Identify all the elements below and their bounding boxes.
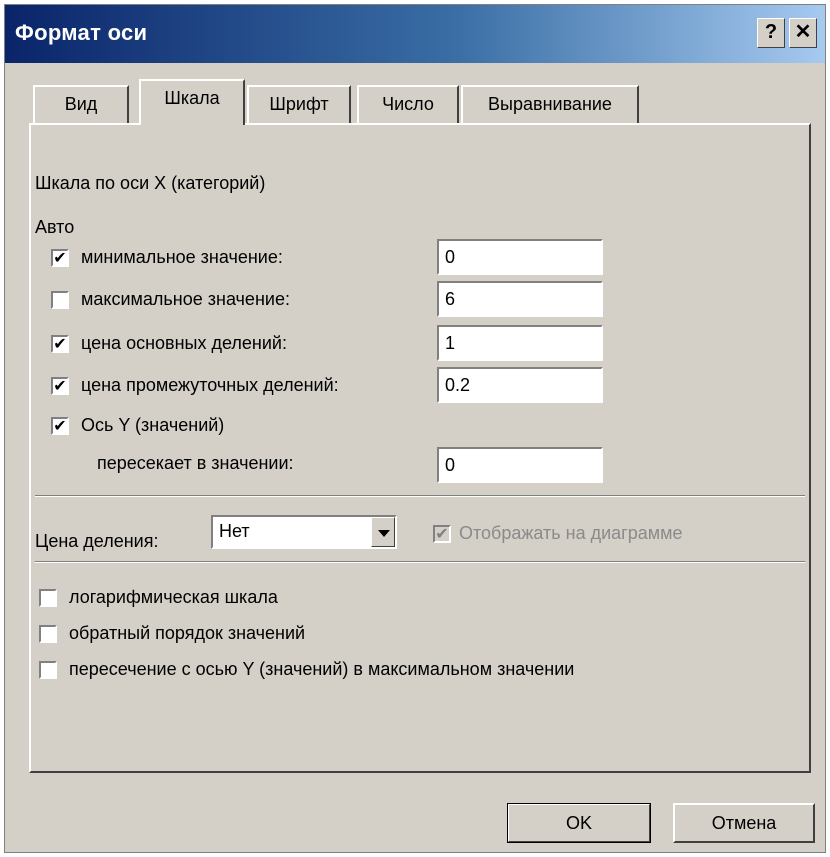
tab-alignment[interactable]: Выравнивание xyxy=(461,85,639,123)
reverse-order-label: обратный порядок значений xyxy=(69,623,306,643)
crosses-at-input[interactable]: 0 xyxy=(437,447,603,483)
division-label: Цена деления: xyxy=(35,531,159,551)
tab-scale[interactable]: Шкала xyxy=(139,79,245,125)
ok-button[interactable]: OK xyxy=(507,803,651,843)
tab-font[interactable]: Шрифт xyxy=(247,85,351,123)
show-on-chart-checkbox[interactable]: ✔ xyxy=(433,525,451,543)
max-value-checkbox[interactable] xyxy=(51,291,69,309)
format-axis-dialog: Формат оси ? ✕ Вид Шкала Шрифт Число Выр… xyxy=(4,4,826,853)
major-unit-input[interactable]: 1 xyxy=(437,325,603,361)
auto-label: Авто xyxy=(35,217,75,237)
max-value-input[interactable]: 6 xyxy=(437,281,603,317)
dialog-title: Формат оси xyxy=(15,20,148,45)
min-value-checkbox[interactable]: ✔ xyxy=(51,249,69,267)
tab-strip: Вид Шкала Шрифт Число Выравнивание xyxy=(5,63,825,125)
major-unit-label: цена основных делений: xyxy=(81,333,287,353)
log-scale-checkbox[interactable] xyxy=(39,589,57,607)
crosses-at-label: пересекает в значении: xyxy=(97,453,294,473)
minor-unit-label: цена промежуточных делений: xyxy=(81,375,339,395)
y-axis-label: Ось Y (значений) xyxy=(81,415,225,435)
tab-vid[interactable]: Вид xyxy=(33,85,129,123)
help-button[interactable]: ? xyxy=(757,18,785,48)
major-unit-checkbox[interactable]: ✔ xyxy=(51,335,69,353)
min-value-input[interactable]: 0 xyxy=(437,239,603,275)
y-axis-checkbox[interactable]: ✔ xyxy=(51,417,69,435)
division-select-value: Нет xyxy=(219,521,250,541)
log-scale-label: логарифмическая шкала xyxy=(69,587,278,607)
division-select[interactable]: Нет xyxy=(211,515,397,549)
cancel-button[interactable]: Отмена xyxy=(673,803,815,843)
show-on-chart-label: Отображать на диаграмме xyxy=(459,523,683,543)
minor-unit-input[interactable]: 0.2 xyxy=(437,367,603,403)
dropdown-arrow-icon[interactable] xyxy=(371,517,395,547)
max-value-label: максимальное значение: xyxy=(81,289,290,309)
reverse-order-checkbox[interactable] xyxy=(39,625,57,643)
separator-bottom xyxy=(35,561,805,563)
title-bar[interactable]: Формат оси ? ✕ xyxy=(5,5,825,63)
minor-unit-checkbox[interactable]: ✔ xyxy=(51,377,69,395)
cross-at-max-label: пересечение с осью Y (значений) в максим… xyxy=(69,659,575,679)
tab-number[interactable]: Число xyxy=(357,85,459,123)
separator-top xyxy=(35,495,805,497)
cross-at-max-checkbox[interactable] xyxy=(39,661,57,679)
scale-heading: Шкала по оси X (категорий) xyxy=(35,173,266,193)
min-value-label: минимальное значение: xyxy=(81,247,283,267)
close-button[interactable]: ✕ xyxy=(789,18,817,48)
